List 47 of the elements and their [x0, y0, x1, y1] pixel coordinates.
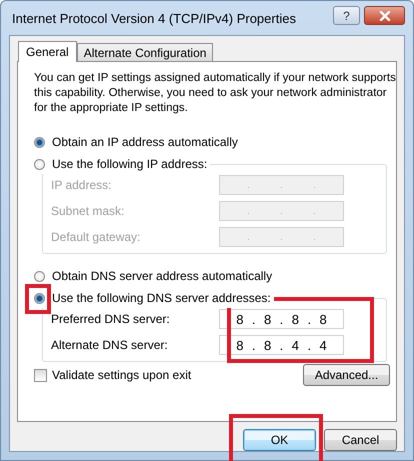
dot-separator: .: [313, 206, 316, 216]
dot-separator: .: [313, 232, 316, 242]
octet-text: 8: [236, 312, 244, 326]
octet-text: 4: [320, 338, 327, 352]
dot-separator: .: [280, 180, 283, 190]
dot-separator: .: [247, 206, 250, 216]
checkbox[interactable]: [34, 368, 47, 382]
octet-text: 8: [292, 312, 299, 326]
ip-address-field[interactable]: 8 . 8 . 8 . 8: [219, 309, 344, 329]
octet-text: 4: [292, 338, 299, 352]
field-label: Subnet mask:: [51, 204, 124, 218]
cancel-button[interactable]: Cancel: [324, 429, 397, 451]
field-label: Default gateway:: [51, 230, 140, 244]
octet-text: 8: [320, 312, 327, 326]
option-label: Obtain DNS server address automatically: [52, 269, 272, 283]
description-text: You can get IP settings assigned automatically if your network supports this capability. Otherwise, you need to ask your network administrator for the appropriate IP settings.: [34, 71, 397, 116]
dot-separator: .: [280, 232, 283, 242]
field-label: Preferred DNS server:: [51, 312, 170, 326]
ok-button[interactable]: OK: [243, 429, 316, 451]
advanced-button[interactable]: Advanced...: [303, 364, 390, 386]
tab[interactable]: General: [18, 41, 77, 62]
option-label: Obtain an IP address automatically: [52, 135, 238, 149]
dot-separator: .: [252, 338, 256, 352]
field-label: IP address:: [51, 178, 112, 192]
dot-separator: .: [313, 180, 316, 190]
option-label: Use the following IP address:: [52, 157, 208, 171]
octet-text: 8: [264, 312, 272, 326]
ip-address-field[interactable]: 8 . 8 . 4 . 4: [219, 335, 344, 355]
dot-separator: .: [280, 206, 283, 216]
help-button[interactable]: ?: [333, 6, 360, 25]
window-title: Internet Protocol Version 4 (TCP/IPv4) Properties: [11, 10, 296, 26]
dot-separator: .: [247, 232, 250, 242]
dot-separator: .: [280, 312, 284, 326]
radio-button[interactable]: [34, 292, 45, 304]
option-label: Use the following DNS server addresses:: [52, 291, 271, 305]
dot-separator: .: [280, 338, 284, 352]
dot-separator: .: [252, 312, 256, 326]
octet-text: 8: [236, 338, 244, 352]
tab[interactable]: Alternate Configuration: [76, 43, 214, 61]
dot-separator: .: [247, 180, 250, 190]
field-label: Alternate DNS server:: [51, 338, 168, 352]
close-icon: [378, 10, 390, 20]
dot-separator: .: [307, 312, 312, 326]
dot-separator: .: [307, 338, 312, 352]
close-button[interactable]: [364, 6, 405, 25]
octet-text: 8: [264, 338, 272, 352]
radio-button[interactable]: [34, 270, 45, 282]
